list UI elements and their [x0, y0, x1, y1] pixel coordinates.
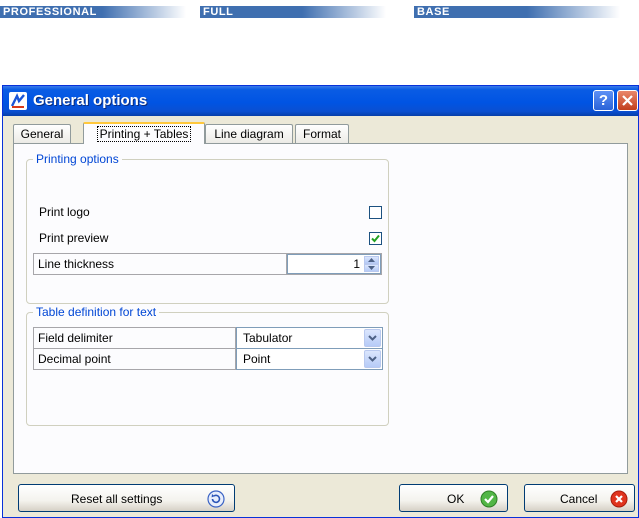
tab-panel-printing-tables: Printing options Print logo Print previe…: [13, 143, 628, 474]
print-logo-label: Print logo: [39, 205, 90, 219]
tab-printing-tables[interactable]: Printing + Tables: [83, 122, 205, 144]
tab-format[interactable]: Format: [295, 124, 349, 143]
reset-all-settings-label: Reset all settings: [71, 492, 163, 506]
line-thickness-row: Line thickness 1: [33, 253, 382, 275]
chevron-down-icon: [368, 356, 377, 362]
tab-general-label: General: [20, 127, 64, 141]
print-preview-checkbox[interactable]: [369, 232, 382, 245]
print-preview-label: Print preview: [39, 231, 109, 245]
field-delimiter-label: Field delimiter: [34, 328, 236, 348]
edition-full: FULL: [200, 6, 386, 18]
spin-up-button[interactable]: [364, 256, 379, 264]
tab-line-diagram[interactable]: Line diagram: [205, 124, 293, 143]
close-button[interactable]: [617, 90, 638, 111]
decimal-point-label: Decimal point: [34, 349, 236, 369]
checkmark-icon: [371, 234, 380, 243]
arrow-down-icon: [368, 266, 375, 270]
dialog-title: General options: [33, 92, 148, 109]
printing-options-title: Printing options: [33, 152, 122, 166]
general-options-dialog: General options ? General Printing + Tab…: [2, 85, 639, 518]
field-delimiter-dropdown-button[interactable]: [364, 329, 381, 347]
field-delimiter-row: Field delimiter Tabulator: [33, 327, 383, 349]
reset-icon: [207, 490, 225, 508]
line-thickness-spinner[interactable]: 1: [287, 254, 381, 274]
field-delimiter-value: Tabulator: [243, 331, 293, 345]
arrow-up-icon: [368, 258, 375, 262]
edition-base-label: BASE: [417, 6, 450, 18]
table-definition-group: Table definition for text Field delimite…: [26, 305, 389, 426]
spin-arrows: [364, 256, 379, 272]
edition-professional-label: PROFESSIONAL: [3, 6, 97, 18]
help-button[interactable]: ?: [593, 90, 614, 111]
decimal-point-dropdown-button[interactable]: [364, 350, 381, 368]
close-icon: [622, 95, 633, 106]
cancel-label: Cancel: [560, 492, 598, 506]
decimal-point-row: Decimal point Point: [33, 348, 383, 370]
decimal-point-select[interactable]: Point: [236, 348, 383, 370]
ok-check-icon: [480, 490, 498, 508]
field-delimiter-select[interactable]: Tabulator: [236, 327, 383, 349]
decimal-point-value: Point: [243, 352, 271, 366]
table-definition-title: Table definition for text: [33, 305, 160, 319]
help-icon: ?: [598, 92, 609, 109]
edition-bar: PROFESSIONAL FULL BASE: [0, 0, 639, 20]
tab-format-label: Format: [302, 127, 341, 141]
ok-button[interactable]: OK: [399, 484, 508, 512]
tab-printing-tables-label: Printing + Tables: [96, 126, 192, 142]
app-icon: [9, 92, 27, 110]
edition-professional: PROFESSIONAL: [0, 6, 186, 18]
tab-general[interactable]: General: [13, 124, 71, 143]
cancel-x-icon: [610, 490, 628, 508]
printing-options-group: Printing options Print logo Print previe…: [26, 152, 389, 304]
tab-line-diagram-label: Line diagram: [214, 127, 284, 141]
cancel-button[interactable]: Cancel: [524, 484, 635, 512]
spin-down-button[interactable]: [364, 264, 379, 272]
reset-all-settings-button[interactable]: Reset all settings: [18, 484, 235, 512]
chevron-down-icon: [368, 335, 377, 341]
edition-full-label: FULL: [203, 6, 234, 18]
ok-label: OK: [447, 492, 465, 506]
title-bar[interactable]: General options ?: [3, 86, 638, 116]
edition-base: BASE: [414, 6, 620, 18]
print-logo-checkbox[interactable]: [369, 206, 382, 219]
line-thickness-label: Line thickness: [34, 254, 287, 274]
line-thickness-value: 1: [353, 257, 360, 271]
